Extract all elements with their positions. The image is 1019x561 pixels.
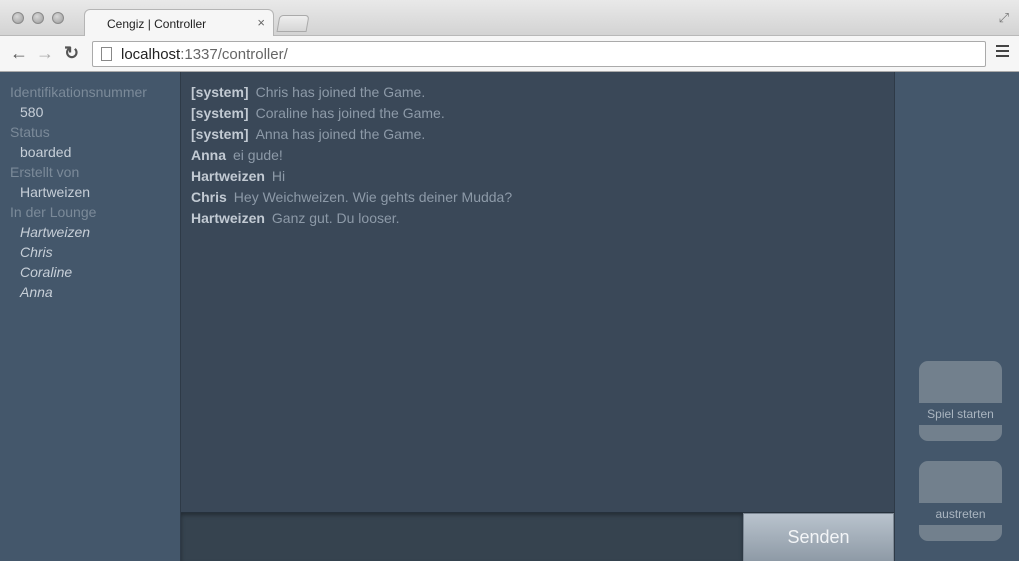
start-game-button[interactable]: Spiel starten xyxy=(919,361,1002,441)
message-text: Anna has joined the Game. xyxy=(255,126,426,142)
leave-button[interactable]: austreten xyxy=(919,461,1002,541)
address-bar[interactable]: localhost:1337/controller/ xyxy=(92,41,986,67)
action-sidebar: Spiel starten austreten xyxy=(894,72,1019,561)
message-author: Chris xyxy=(191,189,227,205)
browser-titlebar: Cengiz | Controller × ⤢ xyxy=(0,0,1019,37)
chat-message: Hartweizen Ganz gut. Du looser. xyxy=(191,208,894,229)
lounge-member: Hartweizen xyxy=(20,224,91,240)
info-sidebar: Identifikationsnummer 580 Status boarded… xyxy=(0,72,181,561)
close-window-button[interactable] xyxy=(12,12,24,24)
send-button[interactable]: Senden xyxy=(743,513,894,561)
status-label: Status xyxy=(10,124,50,140)
chat-message: [system] Chris has joined the Game. xyxy=(191,82,894,103)
created-by-label: Erstellt von xyxy=(10,164,80,180)
message-author: [system] xyxy=(191,105,249,121)
lounge-member: Coraline xyxy=(20,264,73,280)
back-icon[interactable]: ← xyxy=(10,43,28,64)
created-by-value: Hartweizen xyxy=(20,184,91,200)
forward-icon[interactable]: → xyxy=(36,43,54,64)
zoom-window-button[interactable] xyxy=(52,12,64,24)
menu-icon[interactable] xyxy=(996,45,1009,57)
url-host: localhost xyxy=(121,46,181,63)
page-icon xyxy=(101,47,112,61)
browser-tab[interactable]: Cengiz | Controller × xyxy=(84,9,274,37)
message-author: [system] xyxy=(191,84,249,100)
message-author: Hartweizen xyxy=(191,210,265,226)
message-text: ei gude! xyxy=(233,147,283,163)
browser-toolbar: ← → ↻ localhost:1337/controller/ xyxy=(0,36,1019,72)
fullscreen-icon[interactable]: ⤢ xyxy=(999,10,1009,26)
message-text: Chris has joined the Game. xyxy=(255,84,426,100)
message-text: Hi xyxy=(271,168,286,184)
status-value: boarded xyxy=(20,144,72,160)
message-text: Coraline has joined the Game. xyxy=(255,105,445,121)
url-text: localhost:1337/controller/ xyxy=(121,46,288,63)
chat-input[interactable] xyxy=(181,513,743,561)
chat-message: Hartweizen Hi xyxy=(191,166,894,187)
message-author: Anna xyxy=(191,147,226,163)
chat-log[interactable]: [system] Chris has joined the Game. [syst… xyxy=(181,72,894,512)
id-label: Identifikationsnummer xyxy=(10,84,147,100)
close-tab-icon[interactable]: × xyxy=(257,15,265,30)
message-author: Hartweizen xyxy=(191,168,265,184)
new-tab-button[interactable] xyxy=(276,15,310,32)
minimize-window-button[interactable] xyxy=(32,12,44,24)
message-text: Hey Weichweizen. Wie gehts deiner Mudda? xyxy=(233,189,513,205)
reload-icon[interactable]: ↻ xyxy=(64,43,79,64)
app-root: Identifikationsnummer 580 Status boarded… xyxy=(0,72,1019,561)
chat-message: [system] Coraline has joined the Game. xyxy=(191,103,894,124)
message-author: [system] xyxy=(191,126,249,142)
chat-message: Chris Hey Weichweizen. Wie gehts deiner M… xyxy=(191,187,894,208)
lounge-label: In der Lounge xyxy=(10,204,97,220)
lounge-member: Anna xyxy=(20,284,53,300)
url-path: :1337/controller/ xyxy=(180,46,288,63)
message-text: Ganz gut. Du looser. xyxy=(271,210,400,226)
chat-message: [system] Anna has joined the Game. xyxy=(191,124,894,145)
tab-title: Cengiz | Controller xyxy=(107,17,207,31)
start-game-label: Spiel starten xyxy=(919,403,1002,425)
lounge-member: Chris xyxy=(20,244,53,260)
leave-label: austreten xyxy=(919,503,1002,525)
id-value: 580 xyxy=(20,104,44,120)
chat-message: Anna ei gude! xyxy=(191,145,894,166)
chat-input-row: Senden xyxy=(181,512,894,561)
